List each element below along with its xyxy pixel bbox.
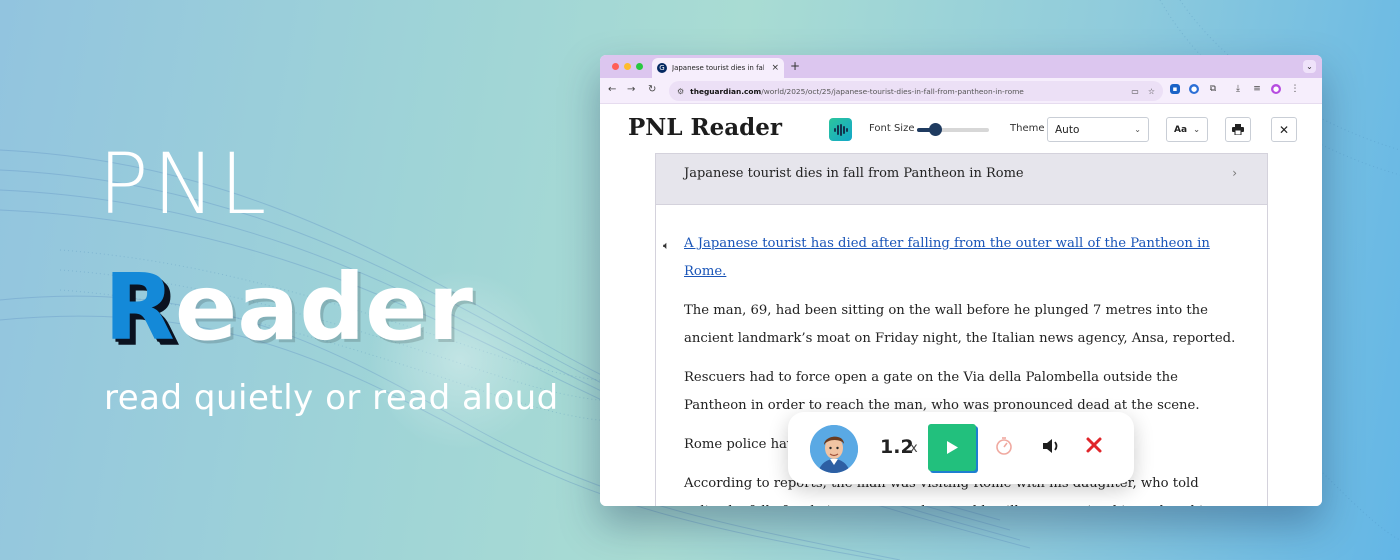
waveform-icon	[833, 123, 848, 136]
reload-icon[interactable]: ↻	[648, 84, 656, 95]
speaker-icon[interactable]: 🔈︎	[663, 232, 670, 260]
print-button[interactable]	[1225, 117, 1251, 142]
reader-brand: PNL Reader	[628, 114, 782, 141]
article-title-bar[interactable]: Japanese tourist dies in fall from Panth…	[656, 154, 1267, 205]
tab-strip: G Japanese tourist dies in fall fr × + ⌄	[600, 55, 1322, 78]
chevron-down-icon: ⌄	[1134, 125, 1141, 134]
browser-toolbar: ← → ↻ ⚙ theguardian.com/world/2025/oct/2…	[600, 78, 1322, 104]
reading-list-icon[interactable]: ≡	[1252, 84, 1262, 94]
font-size-label: Font Size	[869, 123, 915, 134]
font-size-slider-thumb[interactable]	[928, 123, 942, 136]
speed-unit: x	[910, 441, 918, 456]
site-info-icon[interactable]: ⚙	[677, 87, 684, 96]
chevron-right-icon: ›	[1232, 166, 1237, 180]
tab-close-icon[interactable]: ×	[771, 63, 779, 73]
browser-tab[interactable]: G Japanese tourist dies in fall fr ×	[652, 58, 784, 78]
tab-title: Japanese tourist dies in fall fr	[672, 64, 764, 72]
forward-icon[interactable]: →	[627, 84, 635, 95]
article-title: Japanese tourist dies in fall from Panth…	[684, 166, 1024, 181]
theme-select[interactable]: Auto ⌄	[1047, 117, 1149, 142]
print-icon	[1232, 124, 1244, 135]
close-icon: ✕	[1278, 122, 1290, 137]
star-icon[interactable]: ☆	[1148, 87, 1155, 96]
download-icon[interactable]: ⤓	[1233, 84, 1243, 94]
extension-icons: ▪ ● ⧉ ⤓ ≡ ● ⋮	[1170, 84, 1300, 94]
reader-header: PNL Reader Font Size Theme Auto ⌄ Aa ⌄ ✕	[600, 105, 1322, 153]
volume-button[interactable]	[1041, 436, 1061, 460]
chevron-down-icon: ⌄	[1193, 125, 1200, 134]
hero-tagline: read quietly or read aloud	[104, 378, 559, 418]
speed-value[interactable]: 1.2	[880, 436, 914, 458]
address-bar-actions: ▭ ☆	[1131, 87, 1155, 96]
stop-button[interactable]	[1085, 436, 1103, 458]
audio-player: 1.2 x	[788, 412, 1134, 484]
play-button[interactable]	[928, 424, 976, 471]
guardian-favicon-icon: G	[657, 63, 667, 73]
article-paragraph: The man, 69, had been sitting on the wal…	[684, 303, 1236, 346]
close-reader-button[interactable]: ✕	[1271, 117, 1297, 142]
hero-title-pnl: PNL	[98, 135, 271, 233]
menu-dots-icon[interactable]: ⋮	[1290, 84, 1300, 94]
timer-button[interactable]	[995, 436, 1013, 460]
current-sentence-link[interactable]: A Japanese tourist has died after fallin…	[684, 236, 1210, 279]
extensions-puzzle-icon[interactable]: ⧉	[1208, 84, 1218, 94]
url-host: theguardian.com	[690, 86, 762, 96]
voice-avatar-image	[810, 425, 858, 473]
hero-title-reader: Reader	[104, 262, 473, 354]
hero-title-first-letter: R	[104, 254, 175, 361]
profile-avatar-icon[interactable]: ●	[1271, 84, 1281, 94]
back-icon[interactable]: ←	[608, 84, 616, 95]
extension-circle-icon[interactable]: ●	[1189, 84, 1199, 94]
window-minimize-dot[interactable]	[624, 63, 631, 70]
voice-avatar[interactable]	[810, 425, 858, 473]
hero-title-rest: eader	[174, 254, 473, 361]
cast-icon[interactable]: ▭	[1131, 87, 1139, 96]
address-bar[interactable]: ⚙ theguardian.com/world/2025/oct/25/japa…	[669, 81, 1163, 101]
window-close-dot[interactable]	[612, 63, 619, 70]
typeface-select-value: Aa	[1174, 124, 1188, 135]
window-zoom-dot[interactable]	[636, 63, 643, 70]
url-text: theguardian.com/world/2025/oct/25/japane…	[690, 87, 1024, 96]
font-size-slider[interactable]	[917, 128, 989, 132]
new-tab-button[interactable]: +	[790, 59, 800, 73]
play-icon	[947, 441, 958, 454]
theme-label: Theme	[1010, 123, 1045, 134]
timer-icon	[996, 437, 1012, 455]
theme-select-value: Auto	[1055, 123, 1080, 136]
tab-search-icon[interactable]: ⌄	[1303, 60, 1316, 73]
reader-logo-icon[interactable]	[829, 118, 852, 141]
typeface-select[interactable]: Aa ⌄	[1166, 117, 1208, 142]
volume-icon	[1043, 439, 1058, 453]
extension-reader-icon[interactable]: ▪	[1170, 84, 1180, 94]
article-paragraph: 🔈︎ A Japanese tourist has died after fal…	[663, 230, 1241, 286]
stop-icon	[1086, 437, 1102, 453]
url-path: /world/2025/oct/25/japanese-tourist-dies…	[761, 86, 1024, 96]
